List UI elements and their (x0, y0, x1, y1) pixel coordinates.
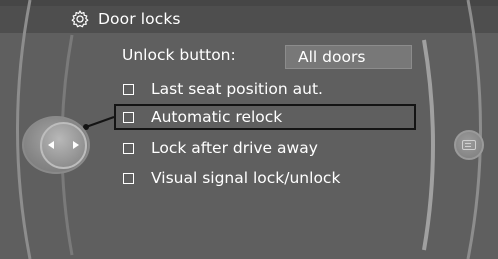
arrow-left-icon (48, 141, 54, 149)
checkbox[interactable] (123, 111, 134, 123)
checkbox[interactable] (123, 172, 134, 184)
options-menu-icon (462, 140, 476, 150)
option-visual-signal[interactable]: Visual signal lock/unlock (114, 165, 416, 191)
checkbox[interactable] (123, 83, 134, 95)
arrow-right-icon (73, 141, 79, 149)
settings-gear-icon (71, 10, 89, 28)
right-scroll-arc (422, 39, 435, 251)
idrive-screen: Door locks Unlock button: All doors Last… (0, 0, 498, 259)
option-label: Lock after drive away (151, 139, 318, 157)
option-last-seat-position[interactable]: Last seat position aut. (114, 76, 416, 102)
unlock-button-select[interactable]: All doors (285, 45, 412, 69)
option-label: Visual signal lock/unlock (151, 169, 341, 187)
checkbox[interactable] (123, 142, 134, 154)
option-automatic-relock[interactable]: Automatic relock (114, 104, 416, 130)
option-label: Last seat position aut. (151, 80, 323, 98)
unlock-button-label: Unlock button: (122, 46, 236, 64)
title-row: Door locks (70, 8, 181, 30)
option-lock-after-drive-away[interactable]: Lock after drive away (114, 135, 416, 161)
option-label: Automatic relock (151, 108, 283, 126)
page-title: Door locks (98, 10, 181, 28)
selection-connector (85, 116, 115, 128)
